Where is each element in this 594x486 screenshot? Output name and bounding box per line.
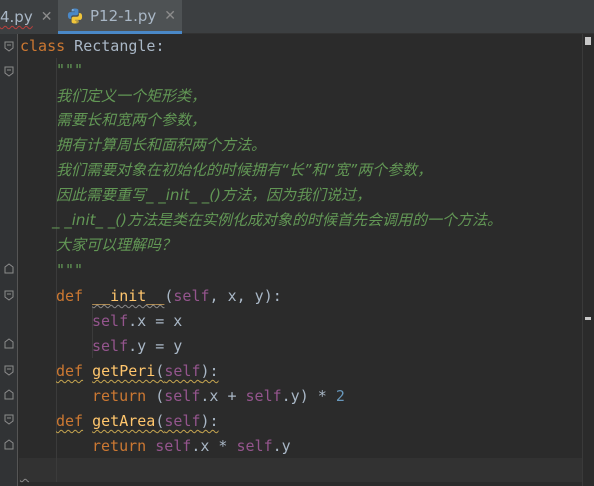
code-line: return (self.x + self.y) * 2: [92, 387, 345, 405]
fold-end-icon[interactable]: [4, 338, 14, 349]
close-icon[interactable]: ✕: [41, 9, 53, 25]
code-line: 拥有计算周长和面积两个方法。: [56, 136, 267, 154]
code-line: 大家可以理解吗？: [56, 236, 177, 254]
fold-icon[interactable]: [4, 365, 14, 376]
inspection-status-marker[interactable]: [585, 37, 591, 45]
warning-marker[interactable]: [585, 317, 591, 320]
code-line: 因此需要重写_ _init_ _()方法，因为我们说过，: [56, 186, 371, 204]
fold-end-icon[interactable]: [4, 439, 14, 450]
current-line-highlight: [19, 458, 582, 482]
code-line: 我们定义一个矩形类，: [56, 87, 207, 105]
code-line: self.y = y: [92, 337, 183, 355]
tab-4-py[interactable]: 4.py ✕: [0, 0, 58, 34]
code-line: self.x = x: [92, 312, 183, 330]
code-line: def getPeri(self):: [56, 362, 219, 380]
code-editor[interactable]: class Rectangle: """ 我们定义一个矩形类， 需要长和宽两个参…: [0, 34, 594, 486]
code-line: class Rectangle:: [20, 37, 165, 55]
tab-label: 4.py: [0, 8, 33, 26]
fold-end-icon[interactable]: [4, 263, 14, 274]
code-line: _ _init_ _()方法是类在实例化成对象的时候首先会调用的一个方法。: [52, 211, 502, 229]
code-line: 我们需要对象在初始化的时候拥有“长”和“宽”两个参数，: [56, 161, 433, 179]
fold-end-icon[interactable]: [4, 389, 14, 400]
code-line: """: [56, 61, 84, 79]
empty-line-warning: [20, 458, 54, 482]
tab-label: P12-1.py: [90, 6, 157, 25]
code-line: return self.x * self.y: [92, 437, 291, 455]
code-line: def getArea(self):: [56, 412, 219, 430]
tab-p12-1-py[interactable]: P12-1.py ✕: [58, 0, 182, 34]
code-line: def __init__(self, x, y):: [56, 287, 282, 305]
close-icon[interactable]: ✕: [164, 8, 176, 24]
editor-tab-bar: 4.py ✕ P12-1.py ✕: [0, 0, 594, 34]
python-file-icon: [67, 8, 83, 23]
fold-icon[interactable]: [4, 66, 14, 77]
code-line: 需要长和宽两个参数，: [56, 111, 207, 129]
error-stripe[interactable]: [582, 34, 594, 486]
editor-gutter: [0, 34, 18, 486]
code-line: """: [56, 261, 84, 279]
fold-icon[interactable]: [4, 290, 14, 301]
fold-icon[interactable]: [4, 414, 14, 425]
fold-icon[interactable]: [4, 41, 14, 52]
